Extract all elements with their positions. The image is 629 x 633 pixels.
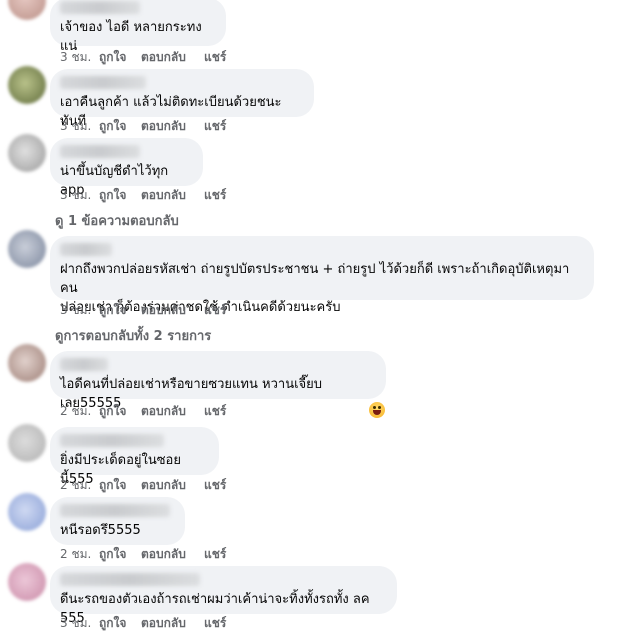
author-name-redacted[interactable] <box>60 358 108 371</box>
avatar[interactable] <box>8 230 46 268</box>
comment-actions: 2 ชม. ถูกใจ ตอบกลับ แชร์ <box>60 477 226 493</box>
avatar[interactable] <box>8 66 46 104</box>
view-replies-link[interactable]: ดู 1 ข้อความตอบกลับ <box>55 210 179 231</box>
like-button[interactable]: ถูกใจ <box>99 301 141 320</box>
haha-reaction-icon[interactable] <box>369 402 385 418</box>
timestamp[interactable]: 2 ชม. <box>60 476 99 495</box>
author-name-redacted[interactable] <box>60 145 140 158</box>
comment-bubble: น่าขึ้นบัญชีดำไว้ทุก app <box>50 138 203 198</box>
author-name-redacted[interactable] <box>60 76 146 89</box>
view-replies-link[interactable]: ดูการตอบกลับทั้ง 2 รายการ <box>55 325 211 346</box>
comment-actions: 3 ชม. ถูกใจ ตอบกลับ แชร์ <box>60 615 226 631</box>
timestamp[interactable]: 2 ชม. <box>60 545 99 564</box>
author-name-redacted[interactable] <box>60 434 164 447</box>
like-button[interactable]: ถูกใจ <box>99 614 141 633</box>
like-button[interactable]: ถูกใจ <box>99 476 141 495</box>
timestamp[interactable]: 2 ชม. <box>60 402 99 421</box>
comment-bubble: หนีรอดรึ5555 <box>50 497 185 545</box>
avatar[interactable] <box>8 134 46 172</box>
comment-actions: 2 ชม. ถูกใจ ตอบกลับ แชร์ <box>60 403 226 419</box>
share-button[interactable]: แชร์ <box>204 476 226 495</box>
timestamp[interactable]: 3 ชม. <box>60 301 99 320</box>
comment-actions: 3 ชม. ถูกใจ ตอบกลับ แชร์ <box>60 187 226 203</box>
share-button[interactable]: แชร์ <box>204 117 226 136</box>
comment-actions: 3 ชม. ถูกใจ ตอบกลับ แชร์ <box>60 49 226 65</box>
author-name-redacted[interactable] <box>60 243 112 256</box>
avatar[interactable] <box>8 344 46 382</box>
like-button[interactable]: ถูกใจ <box>99 48 141 67</box>
avatar[interactable] <box>8 424 46 462</box>
like-button[interactable]: ถูกใจ <box>99 186 141 205</box>
avatar[interactable] <box>8 563 46 601</box>
timestamp[interactable]: 3 ชม. <box>60 614 99 633</box>
author-name-redacted[interactable] <box>60 504 170 517</box>
timestamp[interactable]: 3 ชม. <box>60 186 99 205</box>
share-button[interactable]: แชร์ <box>204 301 226 320</box>
reply-button[interactable]: ตอบกลับ <box>141 476 204 495</box>
share-button[interactable]: แชร์ <box>204 614 226 633</box>
share-button[interactable]: แชร์ <box>204 48 226 67</box>
like-button[interactable]: ถูกใจ <box>99 117 141 136</box>
comment-actions: 3 ชม. ถูกใจ ตอบกลับ แชร์ <box>60 302 226 318</box>
author-name-redacted[interactable] <box>60 573 200 586</box>
share-button[interactable]: แชร์ <box>204 186 226 205</box>
share-button[interactable]: แชร์ <box>204 402 226 421</box>
comment-actions: 2 ชม. ถูกใจ ตอบกลับ แชร์ <box>60 546 226 562</box>
reply-button[interactable]: ตอบกลับ <box>141 301 204 320</box>
comment-bubble: ยิ่งมีประเด็ดอยู่ในซอยนี้555 <box>50 427 219 487</box>
comment-bubble: ไอดีคนที่ปล่อยเช่าหรือขายซวยแทน หวานเจี๊… <box>50 351 386 411</box>
like-button[interactable]: ถูกใจ <box>99 402 141 421</box>
comment-bubble: เอาคืนลูกค้า แล้วไม่ติดทะเบียนด้วยชนะทัน… <box>50 69 314 129</box>
like-button[interactable]: ถูกใจ <box>99 545 141 564</box>
reply-button[interactable]: ตอบกลับ <box>141 117 204 136</box>
avatar[interactable] <box>8 0 46 20</box>
reply-button[interactable]: ตอบกลับ <box>141 545 204 564</box>
comment-actions: 3 ชม. ถูกใจ ตอบกลับ แชร์ <box>60 118 226 134</box>
author-name-redacted[interactable] <box>60 1 140 14</box>
avatar[interactable] <box>8 493 46 531</box>
timestamp[interactable]: 3 ชม. <box>60 48 99 67</box>
comment-bubble: ดีนะรถของตัวเองถ้ารถเช่าผมว่าเค้าน่าจะทิ… <box>50 566 397 626</box>
reply-button[interactable]: ตอบกลับ <box>141 186 204 205</box>
reply-button[interactable]: ตอบกลับ <box>141 402 204 421</box>
share-button[interactable]: แชร์ <box>204 545 226 564</box>
comment-text: หนีรอดรึ5555 <box>60 523 141 538</box>
timestamp[interactable]: 3 ชม. <box>60 117 99 136</box>
reply-button[interactable]: ตอบกลับ <box>141 48 204 67</box>
comment-bubble: ฝากถึงพวกปล่อยรหัสเช่า ถ่ายรูปบัตรประชาช… <box>50 236 594 315</box>
comment-bubble: เจ้าของ ไอดี หลายกระทงแน่ <box>50 0 226 54</box>
reply-button[interactable]: ตอบกลับ <box>141 614 204 633</box>
